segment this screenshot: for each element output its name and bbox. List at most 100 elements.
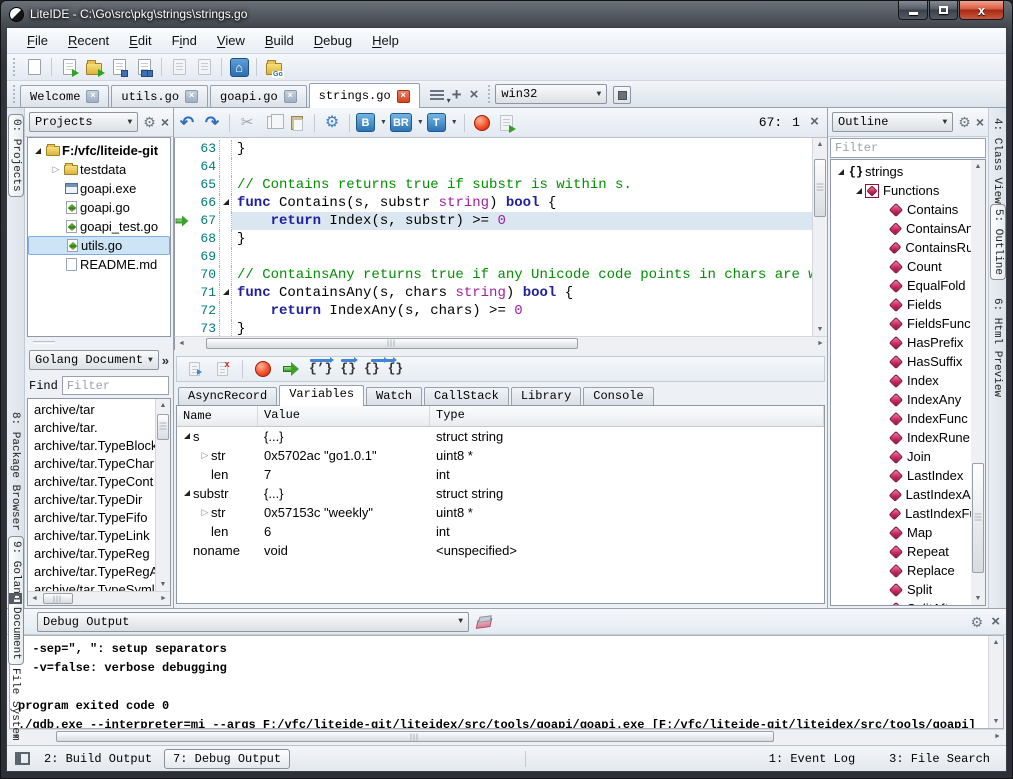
list-item[interactable]: archive/tar.	[28, 419, 155, 437]
code-text[interactable]	[232, 158, 812, 176]
status-2-build-output[interactable]: 2: Build Output	[36, 750, 160, 768]
doc-combo[interactable]: Golang Document ▼	[29, 350, 159, 370]
tab-utils-go[interactable]: utils.go×	[111, 85, 208, 107]
expander-closed-icon[interactable]: ▷	[50, 164, 62, 175]
menu-help[interactable]: Help	[362, 30, 409, 51]
outline-item[interactable]: Count	[831, 257, 971, 276]
list-item[interactable]: archive/tar.TypeRegA	[28, 563, 155, 581]
scroll-thumb[interactable]	[206, 338, 578, 349]
outline-group-functions[interactable]: Functions	[831, 181, 971, 200]
home-button[interactable]: ⌂	[228, 56, 250, 78]
maximize-button[interactable]	[929, 1, 958, 20]
outline-item[interactable]: SplitAfter	[831, 599, 971, 606]
scroll-right-icon[interactable]: ►	[991, 730, 1004, 743]
scroll-thumb[interactable]	[972, 463, 984, 573]
expander-closed-icon[interactable]: ▷	[199, 507, 211, 518]
outline-vscrollbar[interactable]: ▲ ▼	[971, 159, 986, 606]
fold-column[interactable]	[219, 320, 232, 336]
outline-item[interactable]: IndexRune	[831, 428, 971, 447]
outline-filter-input[interactable]	[830, 138, 986, 158]
debug-record-button[interactable]	[183, 358, 205, 380]
code-text[interactable]: }	[232, 230, 812, 248]
debug-clear-button[interactable]: x	[211, 358, 233, 380]
fold-marker-icon[interactable]	[223, 289, 229, 295]
code-line[interactable]: 64	[175, 158, 812, 176]
env-edit-button[interactable]	[613, 86, 631, 104]
build-button[interactable]: B	[356, 113, 375, 132]
editor-vscrollbar[interactable]: ▲ ▼	[812, 138, 827, 336]
fold-column[interactable]	[219, 158, 232, 176]
projects-gear-icon[interactable]: ⚙	[143, 115, 156, 129]
test-button[interactable]: T	[427, 113, 446, 132]
tab-close-icon[interactable]: ×	[284, 90, 297, 103]
outline-item[interactable]: ContainsRune	[831, 238, 971, 257]
doc-list-vscrollbar[interactable]: ▲ ▼	[155, 399, 170, 591]
output-close-icon[interactable]: ×	[991, 614, 1000, 629]
scroll-up-icon[interactable]: ▲	[157, 399, 170, 412]
clear-output-icon[interactable]	[476, 618, 493, 629]
fold-marker-icon[interactable]	[223, 199, 229, 205]
dock-tab-6-html-preview[interactable]: 6: Html Preview	[990, 294, 1004, 401]
outline-item[interactable]: HasPrefix	[831, 333, 971, 352]
code-line[interactable]: 71func ContainsAny(s, chars string) bool…	[175, 284, 812, 302]
output-combo[interactable]: Debug Output ▼	[37, 612, 469, 632]
scroll-thumb[interactable]	[814, 159, 826, 217]
column-header-value[interactable]: Value	[258, 406, 430, 426]
scroll-up-icon[interactable]: ▲	[972, 160, 985, 173]
scroll-thumb[interactable]	[157, 414, 169, 440]
debug-output-text[interactable]: -sep=", ": setup separators -v=false: ve…	[10, 636, 988, 728]
scroll-up-icon[interactable]: ▲	[990, 636, 1003, 649]
output-hscrollbar[interactable]: ◄ ►	[9, 729, 1004, 743]
outline-item[interactable]: Contains	[831, 200, 971, 219]
new-file-button[interactable]	[23, 56, 45, 78]
code-text[interactable]: return IndexAny(s, chars) >= 0	[232, 302, 812, 320]
outline-combo[interactable]: Outline ▼	[832, 112, 953, 132]
outline-root[interactable]: {}strings	[831, 162, 971, 181]
scroll-down-icon[interactable]: ▼	[157, 578, 170, 591]
list-item[interactable]: archive/tar.TypeBlock	[28, 437, 155, 455]
tab-goapi-go[interactable]: goapi.go×	[210, 85, 307, 107]
list-item[interactable]: archive/tar.TypeLink	[28, 527, 155, 545]
build-config-button[interactable]: ⚙	[321, 112, 343, 134]
paste-button[interactable]	[286, 112, 308, 134]
expander-open-icon[interactable]	[853, 188, 865, 194]
outline-item[interactable]: FieldsFunc	[831, 314, 971, 333]
list-item[interactable]: archive/tar.TypeCont	[28, 473, 155, 491]
output-gear-icon[interactable]: ⚙	[971, 615, 984, 629]
menu-find[interactable]: Find	[162, 30, 207, 51]
dock-tab-5-outline[interactable]: 5: Outline	[990, 204, 1006, 280]
variables-row[interactable]: len6int	[177, 522, 824, 541]
outline-close-icon[interactable]: ×	[976, 115, 984, 129]
scroll-down-icon[interactable]: ▼	[972, 592, 985, 605]
close-button[interactable]: x	[959, 1, 1004, 20]
tab-close-icon[interactable]: ×	[86, 90, 99, 103]
outline-item[interactable]: IndexFunc	[831, 409, 971, 428]
fold-column[interactable]	[219, 194, 232, 212]
outline-item[interactable]: Map	[831, 523, 971, 542]
cut-button[interactable]: ✂	[236, 112, 258, 134]
variables-row[interactable]: len7int	[177, 465, 824, 484]
code-text[interactable]: func ContainsAny(s, chars string) bool {	[232, 284, 812, 302]
outline-item[interactable]: EqualFold	[831, 276, 971, 295]
tree-item[interactable]: goapi.exe	[28, 179, 170, 198]
list-item[interactable]: archive/tar	[28, 401, 155, 419]
dock-tab-file-system[interactable]: File System	[8, 664, 22, 745]
output-vscrollbar[interactable]: ▲ ▼	[988, 636, 1003, 728]
step-into-button[interactable]: {’}	[308, 361, 333, 376]
doc-list-hscrollbar[interactable]: ◄ ►	[28, 591, 170, 605]
fold-column[interactable]	[219, 248, 232, 266]
outline-item[interactable]: Repeat	[831, 542, 971, 561]
expander-open-icon[interactable]	[32, 148, 44, 154]
scroll-thumb[interactable]	[43, 593, 73, 604]
outline-item[interactable]: IndexAny	[831, 390, 971, 409]
debug-tab-callstack[interactable]: CallStack	[424, 387, 509, 405]
tab-Welcome[interactable]: Welcome×	[20, 85, 109, 107]
scroll-up-icon[interactable]: ▲	[814, 138, 827, 151]
goenv-button[interactable]: Go	[263, 56, 285, 78]
debug-stop-button[interactable]	[252, 358, 274, 380]
menu-edit[interactable]: Edit	[119, 30, 161, 51]
titlebar[interactable]: LiteIDE - C:\Go\src\pkg\strings\strings.…	[1, 1, 1012, 27]
expander-open-icon[interactable]	[181, 490, 193, 496]
tree-item[interactable]: goapi_test.go	[28, 217, 170, 236]
list-item[interactable]: archive/tar.TypeChar	[28, 455, 155, 473]
